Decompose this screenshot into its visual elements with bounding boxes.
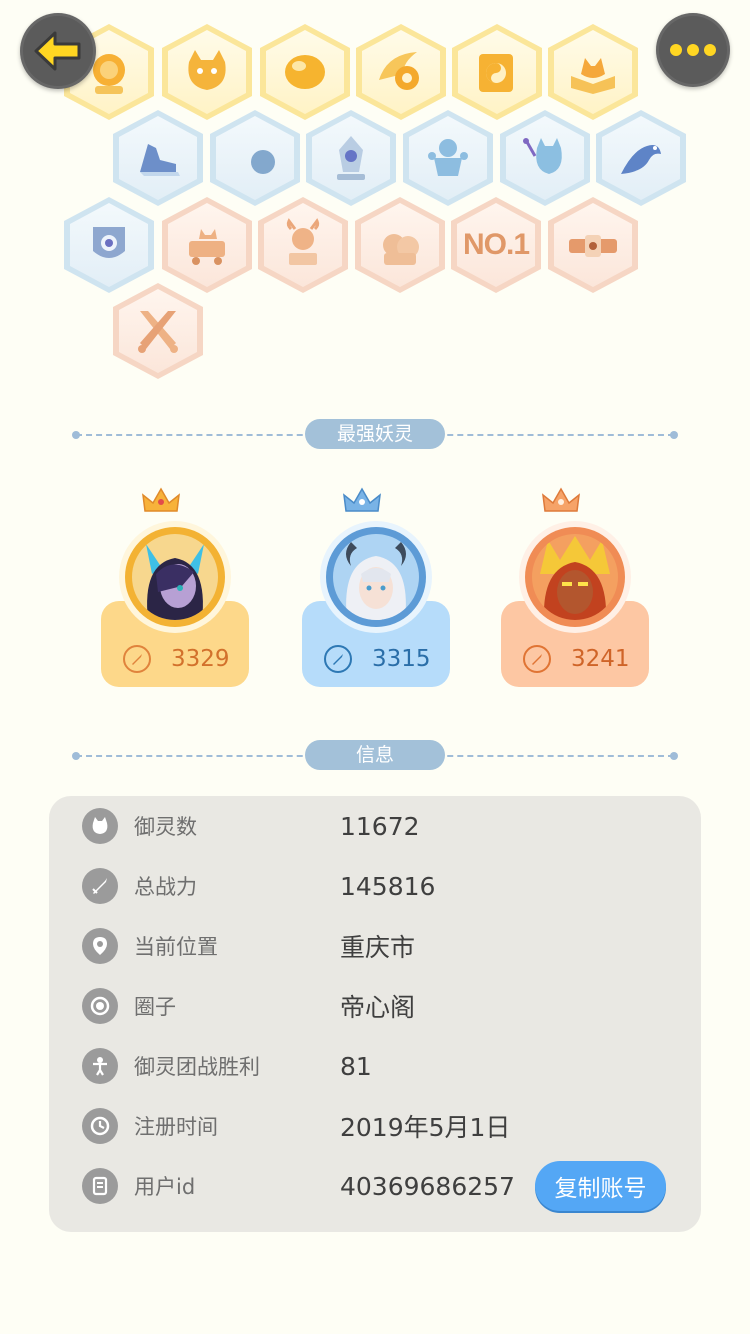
spirit-figure-icon bbox=[428, 139, 468, 176]
spirit-power: 3315 bbox=[372, 646, 431, 672]
flame-demon-avatar bbox=[532, 534, 618, 620]
info-value: 40369686257 bbox=[340, 1171, 515, 1201]
info-row-circle: 圈子 帝心阁 bbox=[49, 976, 701, 1036]
moon-icon bbox=[238, 140, 275, 174]
sword-icon bbox=[123, 645, 151, 673]
more-dots-icon bbox=[670, 44, 716, 56]
more-button[interactable] bbox=[656, 13, 730, 87]
crossed-swords-icon bbox=[138, 311, 178, 353]
info-header: 信息 bbox=[72, 740, 678, 772]
info-label: 圈子 bbox=[134, 995, 176, 1019]
top-spirits-title: 最强妖灵 bbox=[305, 419, 445, 449]
back-button[interactable] bbox=[20, 13, 96, 89]
badge-sneaker[interactable] bbox=[113, 110, 203, 206]
info-value: 帝心阁 bbox=[340, 993, 416, 1022]
yinyang-scroll-icon bbox=[479, 54, 513, 92]
trophy-figure-icon bbox=[82, 1048, 118, 1084]
badge-ox-statue[interactable] bbox=[258, 197, 348, 293]
info-row-spirit-count: 御灵数 11672 bbox=[49, 796, 701, 856]
id-card-icon bbox=[82, 1168, 118, 1204]
info-row-team-wins: 御灵团战胜利 81 bbox=[49, 1036, 701, 1096]
shield-ring-icon bbox=[93, 227, 125, 258]
orb-icon bbox=[285, 55, 325, 89]
info-label: 用户id bbox=[134, 1175, 196, 1199]
info-row-location: 当前位置 重庆市 bbox=[49, 916, 701, 976]
crown-icon bbox=[142, 487, 180, 512]
belt-icon bbox=[569, 235, 617, 257]
top-spirit-1[interactable]: 3329 bbox=[101, 487, 249, 687]
info-value: 重庆市 bbox=[340, 933, 416, 962]
sword-icon bbox=[324, 645, 352, 673]
badge-crystal[interactable] bbox=[306, 110, 396, 206]
info-value: 11672 bbox=[340, 811, 420, 841]
info-row-user-id: 用户id 40369686257 复制账号 bbox=[49, 1156, 701, 1216]
badge-cat-wand[interactable] bbox=[500, 110, 590, 206]
crown-icon bbox=[343, 487, 381, 512]
badge-cat-pair[interactable] bbox=[355, 197, 445, 293]
badge-orb[interactable] bbox=[260, 24, 350, 120]
cat-cart-icon bbox=[189, 229, 225, 265]
avatar-ring bbox=[125, 527, 225, 627]
yinyang-flame-icon bbox=[379, 52, 419, 90]
info-label: 御灵数 bbox=[134, 815, 197, 839]
copy-account-button[interactable]: 复制账号 bbox=[535, 1161, 666, 1211]
cat-icon bbox=[82, 808, 118, 844]
fox-girl-avatar bbox=[132, 534, 218, 620]
cat-pair-icon bbox=[383, 234, 419, 265]
info-value: 81 bbox=[340, 1051, 372, 1081]
badge-yinyang-scroll[interactable] bbox=[452, 24, 542, 120]
badge-dragon[interactable] bbox=[596, 110, 686, 206]
crystal-icon bbox=[337, 136, 365, 180]
info-panel: 御灵数 11672 总战力 145816 当前位置 重庆市 圈子 帝心阁 御灵团… bbox=[49, 796, 701, 1232]
cat-face-icon bbox=[188, 50, 226, 90]
spirit-power: 3241 bbox=[571, 646, 630, 672]
badge-belt[interactable] bbox=[548, 197, 638, 293]
sneaker-icon bbox=[140, 144, 180, 176]
info-label: 注册时间 bbox=[134, 1115, 218, 1139]
info-value: 2019年5月1日 bbox=[340, 1113, 511, 1142]
sword-icon bbox=[523, 645, 551, 673]
horned-girl-avatar bbox=[333, 534, 419, 620]
avatar-ring bbox=[326, 527, 426, 627]
fox-book-icon bbox=[571, 58, 615, 94]
top-spirits-header: 最强妖灵 bbox=[72, 419, 678, 451]
info-row-total-power: 总战力 145816 bbox=[49, 856, 701, 916]
info-row-register-date: 注册时间 2019年5月1日 bbox=[49, 1096, 701, 1156]
info-label: 当前位置 bbox=[134, 935, 218, 959]
sword-icon bbox=[82, 868, 118, 904]
crown-icon bbox=[542, 487, 580, 512]
location-icon bbox=[82, 928, 118, 964]
badge-moon[interactable] bbox=[210, 110, 300, 206]
no1-icon: NO.1 bbox=[462, 228, 530, 261]
clock-icon bbox=[82, 1108, 118, 1144]
info-title: 信息 bbox=[305, 740, 445, 770]
badge-crossed-swords[interactable] bbox=[113, 283, 203, 379]
top-spirit-2[interactable]: 3315 bbox=[302, 487, 450, 687]
spirit-power: 3329 bbox=[171, 646, 230, 672]
badge-no1[interactable]: NO.1 bbox=[451, 197, 541, 293]
arrow-left-icon bbox=[34, 31, 81, 71]
badge-spirit-figure[interactable] bbox=[403, 110, 493, 206]
info-label: 御灵团战胜利 bbox=[134, 1055, 260, 1079]
dragon-icon bbox=[621, 145, 661, 174]
badge-yinyang-flame[interactable] bbox=[356, 24, 446, 120]
ox-statue-icon bbox=[286, 218, 320, 265]
badge-cat-cart[interactable] bbox=[162, 197, 252, 293]
badge-shield-ring[interactable] bbox=[64, 197, 154, 293]
badge-cat-face[interactable] bbox=[162, 24, 252, 120]
circle-target-icon bbox=[82, 988, 118, 1024]
badge-fox-book[interactable] bbox=[548, 24, 638, 120]
cat-wand-icon bbox=[523, 138, 562, 174]
top-spirit-3[interactable]: 3241 bbox=[501, 487, 649, 687]
info-label: 总战力 bbox=[134, 875, 197, 899]
avatar-ring bbox=[525, 527, 625, 627]
info-value: 145816 bbox=[340, 871, 436, 901]
